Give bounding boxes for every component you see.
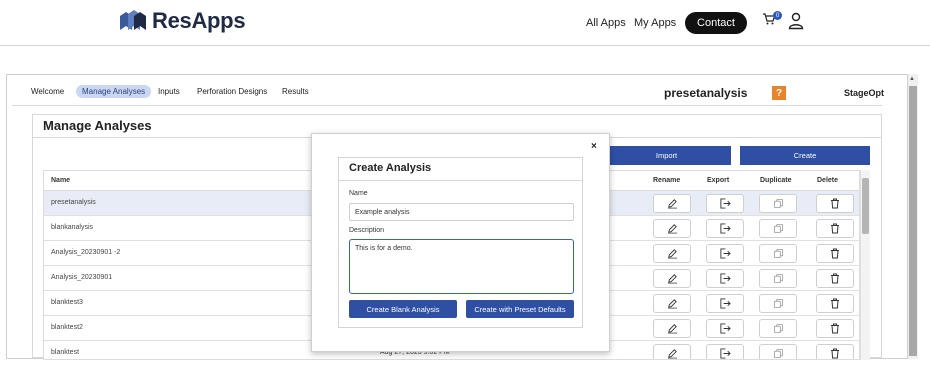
table-scrollbar-thumb[interactable] [862, 178, 869, 234]
resapps-logo-icon [120, 10, 146, 30]
export-icon[interactable] [706, 319, 744, 338]
analysis-name-cell: presetanalysis [51, 199, 96, 206]
tab-manage-analyses[interactable]: Manage Analyses [76, 85, 152, 98]
export-icon[interactable] [706, 244, 744, 263]
export-icon[interactable] [706, 194, 744, 213]
tab-perforation-designs[interactable]: Perforation Designs [197, 87, 267, 96]
delete-icon[interactable] [816, 219, 854, 238]
name-label: Name [349, 190, 368, 197]
import-button[interactable]: Import [602, 146, 731, 165]
nav-my-apps[interactable]: My Apps [634, 17, 676, 29]
rename-icon[interactable] [653, 269, 691, 288]
export-icon[interactable] [706, 269, 744, 288]
rename-icon[interactable] [653, 194, 691, 213]
page-scrollbar[interactable]: ▲ [908, 74, 918, 359]
column-header-delete: Delete [817, 177, 839, 184]
delete-icon[interactable] [816, 294, 854, 313]
delete-icon[interactable] [816, 344, 854, 359]
rename-icon[interactable] [653, 344, 691, 359]
delete-icon[interactable] [816, 194, 854, 213]
rename-icon[interactable] [653, 244, 691, 263]
duplicate-icon[interactable] [759, 194, 797, 213]
export-icon[interactable] [706, 219, 744, 238]
tab-results[interactable]: Results [282, 87, 309, 96]
close-icon[interactable]: × [591, 141, 597, 152]
description-label: Description [349, 227, 385, 234]
modal-divider [339, 180, 582, 181]
resapps-logo[interactable]: ResApps [118, 8, 246, 34]
modal-title: Create Analysis [349, 162, 432, 174]
analysis-name-cell: blanktest3 [51, 299, 83, 306]
export-icon[interactable] [706, 344, 744, 359]
page-scrollbar-thumb[interactable] [909, 86, 917, 356]
rename-icon[interactable] [653, 294, 691, 313]
column-header-name[interactable]: Name [51, 177, 70, 184]
duplicate-icon[interactable] [759, 344, 797, 359]
delete-icon[interactable] [816, 319, 854, 338]
tab-inputs[interactable]: Inputs [158, 87, 180, 96]
delete-icon[interactable] [816, 269, 854, 288]
brand-name: ResApps [152, 8, 246, 33]
table-scrollbar[interactable] [860, 170, 870, 360]
name-input[interactable]: Example analysis [349, 203, 574, 221]
analysis-name-cell: blanktest [51, 349, 80, 356]
top-navigation-bar: ResApps All Apps My Apps Contact 0 [0, 0, 930, 46]
column-header-duplicate: Duplicate [760, 177, 792, 184]
duplicate-icon[interactable] [759, 219, 797, 238]
app-tab-bar: Welcome Manage Analyses Inputs Perforati… [12, 82, 882, 106]
description-textarea[interactable]: This is for a demo. [349, 239, 574, 294]
cart-count-badge: 0 [773, 11, 782, 20]
help-icon[interactable]: ? [772, 86, 786, 100]
column-header-export: Export [707, 177, 730, 184]
export-icon[interactable] [706, 294, 744, 313]
panel-title: Manage Analyses [43, 118, 152, 133]
user-account-icon[interactable] [788, 12, 804, 35]
create-button[interactable]: Create [740, 146, 870, 165]
duplicate-icon[interactable] [759, 319, 797, 338]
column-header-rename: Rename [653, 177, 681, 184]
contact-button[interactable]: Contact [685, 12, 747, 34]
scroll-up-arrow-icon[interactable]: ▲ [909, 76, 915, 82]
analysis-name-cell: blankanalysis [51, 224, 94, 231]
analysis-name-cell: blanktest2 [51, 324, 83, 331]
analysis-name-cell: Analysis_20230901 -2 [51, 249, 121, 256]
duplicate-icon[interactable] [759, 244, 797, 263]
create-blank-analysis-button[interactable]: Create Blank Analysis [349, 300, 457, 318]
duplicate-icon[interactable] [759, 269, 797, 288]
rename-icon[interactable] [653, 319, 691, 338]
analysis-name-cell: Analysis_20230901 [51, 274, 113, 281]
current-analysis-name: presetanalysis [664, 86, 748, 100]
nav-all-apps[interactable]: All Apps [586, 17, 626, 29]
rename-icon[interactable] [653, 219, 691, 238]
delete-icon[interactable] [816, 244, 854, 263]
duplicate-icon[interactable] [759, 294, 797, 313]
tab-welcome[interactable]: Welcome [31, 87, 64, 96]
product-name: StageOpt [844, 88, 885, 98]
create-with-preset-defaults-button[interactable]: Create with Preset Defaults [466, 300, 574, 318]
